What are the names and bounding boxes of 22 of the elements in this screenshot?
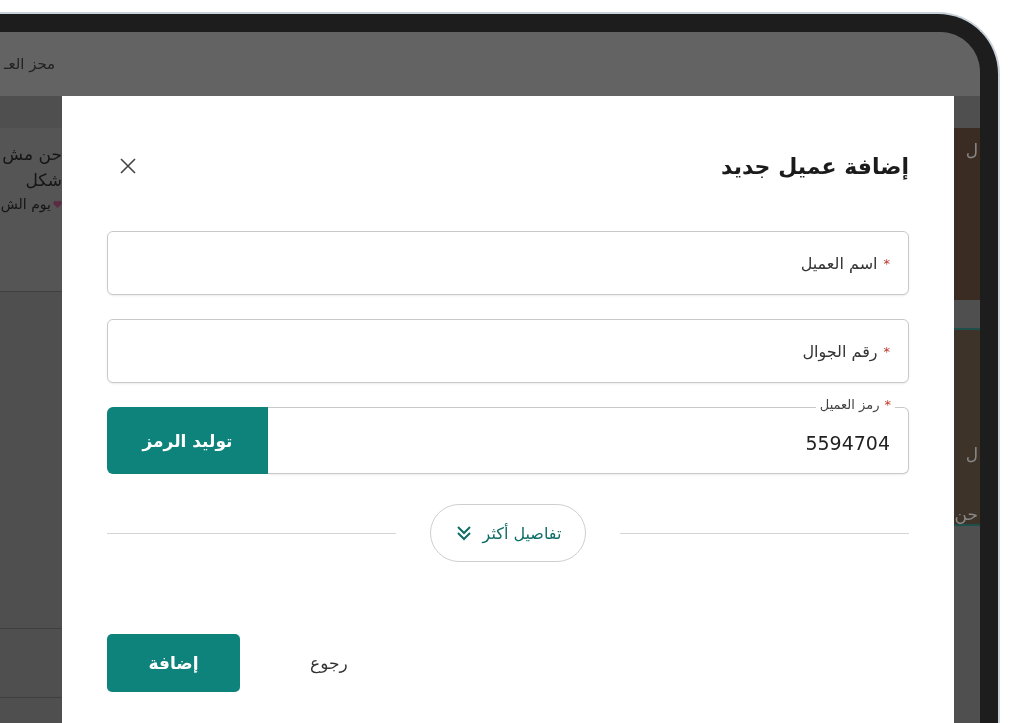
generate-code-button[interactable]: توليد الرمز (107, 407, 268, 474)
input-field[interactable]: * اسم العميل (107, 231, 909, 295)
close-icon[interactable] (120, 158, 136, 174)
more-details-button[interactable]: تفاصيل أكثر (429, 504, 587, 562)
field-label: رقم الجوال (802, 341, 878, 361)
field-label: اسم العميل (800, 253, 878, 273)
back-button[interactable]: رجوع (310, 653, 348, 673)
background-text: ل (965, 139, 979, 162)
background-text: حن (954, 503, 979, 524)
background-text: ل (965, 443, 979, 464)
background-text: شكل (25, 170, 62, 190)
field-value: 5594704 (805, 431, 890, 454)
dialog-title: إضافة عميل جديد (720, 153, 909, 179)
floating-label: * رمز العميل (815, 397, 895, 412)
required-mark: * (883, 255, 890, 271)
background-text: حن مش (2, 144, 62, 164)
add-button[interactable]: إضافة (107, 634, 240, 692)
required-mark: * (883, 343, 890, 359)
double-chevron-icon (454, 524, 473, 542)
header-title: محز العـ (4, 55, 56, 73)
input-field[interactable]: * رقم الجوال (107, 319, 909, 383)
background-text: يوم الش (0, 196, 51, 212)
